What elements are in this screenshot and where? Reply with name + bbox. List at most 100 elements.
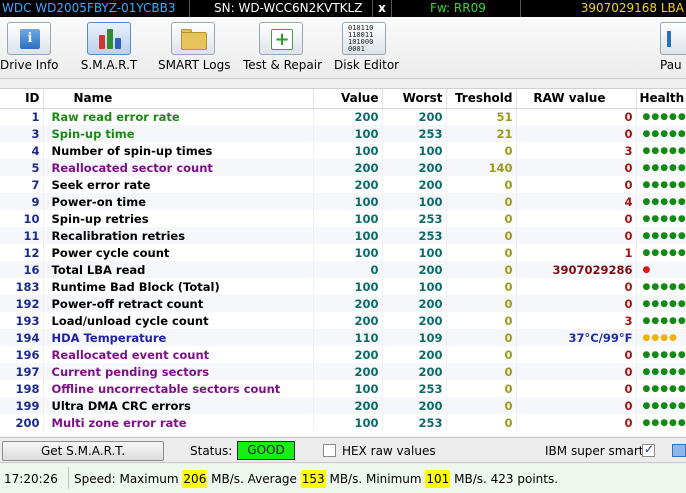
col-header-worst[interactable]: Worst — [382, 89, 447, 109]
table-row[interactable]: 198 Offline uncorrectable sectors count 10… — [0, 380, 686, 397]
speed-message: Speed: Maximum 206 MB/s. Average 153 MB/… — [74, 470, 558, 488]
drive-info-label: Drive Info — [0, 58, 59, 72]
table-row[interactable]: 196 Reallocated event count 200 200 0 0 ●●●●● — [0, 346, 686, 363]
table-row[interactable]: 5 Reallocated sector count 200 200 140 0 ●●●●● — [0, 159, 686, 176]
table-row[interactable]: 199 Ultra DMA CRC errors 200 200 0 0 ●●●●● — [0, 397, 686, 414]
status-line: 17:20:26 Speed: Maximum 206 MB/s. Averag… — [0, 464, 686, 493]
attr-value: 200 — [313, 363, 383, 380]
table-row[interactable]: 12 Power cycle count 100 100 0 1 ●●●●● — [0, 244, 686, 261]
control-bar: Get S.M.A.R.T. Status: GOOD HEX raw valu… — [0, 437, 686, 463]
table-row[interactable]: 197 Current pending sectors 200 200 0 0 ●●●●● — [0, 363, 686, 380]
attr-raw-value: 0 — [516, 346, 637, 363]
ibm-super-smart-checkbox[interactable] — [642, 442, 655, 457]
attr-treshold: 0 — [446, 210, 517, 227]
attr-treshold: 0 — [446, 329, 517, 346]
attr-health-dots: ●●●●● — [636, 380, 686, 397]
attr-raw-value: 0 — [516, 363, 637, 380]
attr-raw-value: 0 — [516, 380, 637, 397]
attr-worst: 253 — [382, 227, 447, 244]
folder-icon — [171, 22, 215, 55]
attr-health-dots: ●●●●● — [636, 363, 686, 380]
attr-health-dots: ● — [636, 261, 686, 278]
attr-treshold: 0 — [446, 278, 517, 295]
ibm-super-smart-label: IBM super smart: — [545, 444, 648, 458]
col-header-health[interactable]: Health — [636, 89, 686, 109]
test-repair-button[interactable]: + Test & Repair — [243, 22, 323, 76]
col-header-treshold[interactable]: Treshold — [446, 89, 517, 109]
smart-button[interactable]: S.M.A.R.T — [80, 22, 138, 76]
attr-value: 100 — [313, 193, 383, 210]
smart-label: S.M.A.R.T — [80, 58, 138, 72]
attr-treshold: 0 — [446, 244, 517, 261]
table-row[interactable]: 183 Runtime Bad Block (Total) 100 100 0 0 ●●●●… — [0, 278, 686, 295]
attr-value: 200 — [313, 312, 383, 329]
hex-raw-checkbox[interactable] — [323, 444, 336, 457]
attr-health-dots: ●●●●● — [636, 193, 686, 210]
table-row[interactable]: 4 Number of spin-up times 100 100 0 3 ●●●●● — [0, 142, 686, 159]
attr-id: 194 — [0, 329, 44, 346]
table-row[interactable]: 16 Total LBA read 0 200 0 3907029286 ● — [0, 261, 686, 278]
attr-name: Reallocated sector count — [43, 159, 314, 176]
table-row[interactable]: 192 Power-off retract count 200 200 0 0 ●●●●● — [0, 295, 686, 312]
attr-value: 100 — [313, 227, 383, 244]
table-row[interactable]: 7 Seek error rate 200 200 0 0 ●●●●● — [0, 176, 686, 193]
pause-icon — [660, 22, 686, 55]
table-row[interactable]: 200 Multi zone error rate 100 253 0 0 ●●●●● — [0, 414, 686, 431]
attr-worst: 200 — [382, 261, 447, 278]
attr-health-dots: ●●●●● — [636, 227, 686, 244]
attr-treshold: 0 — [446, 312, 517, 329]
attr-worst: 109 — [382, 329, 447, 346]
speed-avg: 153 — [300, 470, 326, 488]
attr-worst: 200 — [382, 108, 447, 125]
attr-treshold: 0 — [446, 193, 517, 210]
table-row[interactable]: 9 Power-on time 100 100 0 4 ●●●●● — [0, 193, 686, 210]
attr-health-dots: ●●●●● — [636, 108, 686, 125]
table-row[interactable]: 11 Recalibration retries 100 253 0 0 ●●●●● — [0, 227, 686, 244]
attr-value: 100 — [313, 125, 383, 142]
smart-table-container: ID Name Value Worst Treshold RAW value H… — [0, 88, 686, 436]
attr-name: Power cycle count — [43, 244, 314, 261]
attr-value: 100 — [313, 278, 383, 295]
col-header-raw[interactable]: RAW value — [516, 89, 637, 109]
drive-firmware: Fw: RR09 — [392, 0, 521, 17]
hex-raw-label[interactable]: HEX raw values — [342, 444, 436, 458]
table-row[interactable]: 194 HDA Temperature 110 109 0 37°C/99°F ●●●● — [0, 329, 686, 346]
attr-id: 12 — [0, 244, 44, 261]
attr-worst: 253 — [382, 380, 447, 397]
attr-id: 4 — [0, 142, 44, 159]
side-panel-icon[interactable] — [672, 444, 686, 457]
table-row[interactable]: 10 Spin-up retries 100 253 0 0 ●●●●● — [0, 210, 686, 227]
attr-name: Current pending sectors — [43, 363, 314, 380]
attr-id: 193 — [0, 312, 44, 329]
pause-button[interactable]: Pau — [660, 22, 686, 76]
attr-health-dots: ●●●●● — [636, 278, 686, 295]
chart-bars-icon — [87, 22, 131, 55]
get-smart-button[interactable]: Get S.M.A.R.T. — [2, 441, 164, 461]
binary-icon: 010110 110011 101000 0001 — [342, 22, 386, 55]
attr-treshold: 0 — [446, 261, 517, 278]
attr-health-dots: ●●●●● — [636, 244, 686, 261]
attr-value: 200 — [313, 295, 383, 312]
table-row[interactable]: 193 Load/unload cycle count 200 200 0 3 ●●●●● — [0, 312, 686, 329]
col-header-name[interactable]: Name — [43, 89, 314, 109]
attr-value: 100 — [313, 380, 383, 397]
avg-prefix: MB/s. Average — [207, 472, 301, 486]
attr-value: 100 — [313, 142, 383, 159]
table-body: 1 Raw read error rate 200 200 51 0 ●●●●● 3 Spin-… — [0, 108, 686, 431]
close-drive-button[interactable]: x — [373, 0, 392, 17]
col-header-id[interactable]: ID — [0, 89, 44, 109]
attr-id: 192 — [0, 295, 44, 312]
disk-editor-button[interactable]: 010110 110011 101000 0001 Disk Editor — [334, 22, 399, 76]
table-row[interactable]: 3 Spin-up time 100 253 21 0 ●●●●● — [0, 125, 686, 142]
drive-info-button[interactable]: i Drive Info — [0, 22, 59, 76]
attr-raw-value: 3907029286 — [516, 261, 637, 278]
attr-treshold: 140 — [446, 159, 517, 176]
table-row[interactable]: 1 Raw read error rate 200 200 51 0 ●●●●● — [0, 108, 686, 125]
info-icon: i — [7, 22, 51, 55]
test-repair-label: Test & Repair — [243, 58, 323, 72]
attr-value: 200 — [313, 108, 383, 125]
attr-worst: 253 — [382, 414, 447, 431]
col-header-value[interactable]: Value — [313, 89, 383, 109]
smart-logs-button[interactable]: SMART Logs — [158, 22, 230, 76]
pause-label: Pau — [660, 58, 682, 72]
